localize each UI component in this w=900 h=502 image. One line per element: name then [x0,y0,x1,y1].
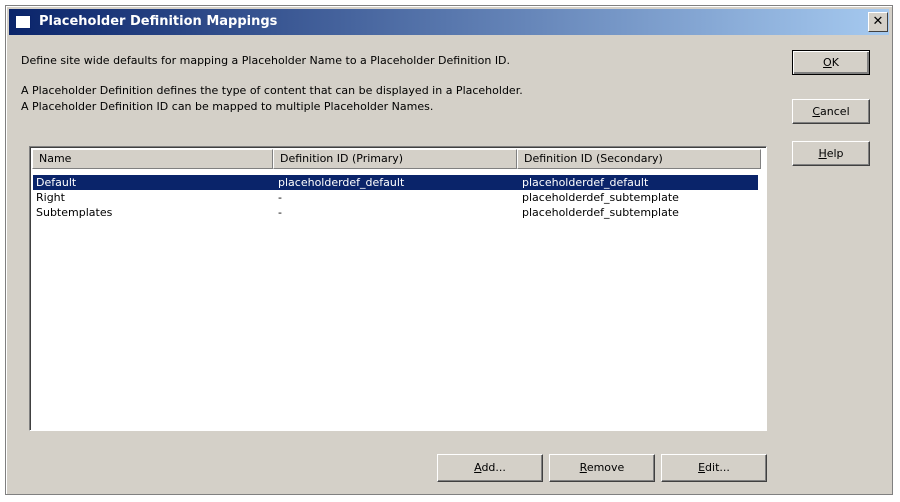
cell-secondary: placeholderdef_default [522,176,649,189]
column-header-secondary[interactable]: Definition ID (Secondary) [517,149,761,169]
remove-button[interactable]: Remove [549,454,655,482]
cancel-accel: C [812,105,821,118]
help-button[interactable]: Help [792,141,870,166]
ok-accel: O [823,56,832,69]
cell-name: Default [36,176,77,189]
cell-primary: placeholderdef_default [278,176,405,189]
edit-label-rest: dit... [705,461,730,474]
cell-name: Subtemplates [36,206,113,219]
column-header-name[interactable]: Name [32,149,273,169]
list-header: Name Definition ID (Primary) Definition … [32,149,764,169]
add-label-rest: dd... [481,461,506,474]
window-icon [15,15,31,29]
cell-name: Right [36,191,65,204]
edit-accel: E [698,461,706,474]
description-line-1: Define site wide defaults for mapping a … [21,54,511,67]
table-row[interactable]: Subtemplates - placeholderdef_subtemplat… [33,205,758,220]
cell-secondary: placeholderdef_subtemplate [522,191,679,204]
column-header-primary[interactable]: Definition ID (Primary) [273,149,517,169]
remove-label-rest: emove [586,461,625,474]
cell-primary: - [278,191,282,204]
description-line-3: A Placeholder Definition ID can be mappe… [21,100,434,113]
mappings-list[interactable]: Name Definition ID (Primary) Definition … [29,146,767,431]
cell-primary: - [278,206,282,219]
cancel-button[interactable]: Cancel [792,99,870,124]
help-accel: H [818,147,827,160]
ok-button[interactable]: OK [792,50,870,75]
description-line-2: A Placeholder Definition defines the typ… [21,84,523,97]
close-button[interactable]: ✕ [868,12,888,32]
cancel-label-rest: ancel [820,105,850,118]
help-label-rest: elp [826,147,844,160]
table-row[interactable]: Right - placeholderdef_subtemplate [33,190,758,205]
dialog-window: Placeholder Definition Mappings ✕ Define… [5,5,893,495]
ok-label-rest: K [831,56,839,69]
cell-secondary: placeholderdef_subtemplate [522,206,679,219]
window-title: Placeholder Definition Mappings [39,14,278,29]
edit-button[interactable]: Edit... [661,454,767,482]
title-bar[interactable]: Placeholder Definition Mappings ✕ [9,9,889,35]
remove-accel: R [579,461,587,474]
add-button[interactable]: Add... [437,454,543,482]
table-row[interactable]: Default placeholderdef_default placehold… [33,175,758,190]
